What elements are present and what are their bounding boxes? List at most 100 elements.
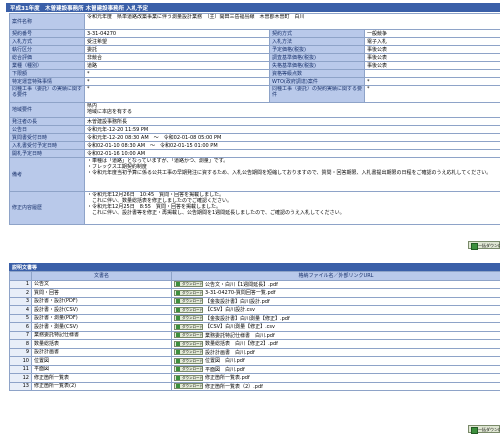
doc-row: 3 設計書・設計(PDF) ダウンロード 【金抜設計書】白川設計.pdf <box>9 296 500 306</box>
notes-label: 備考 <box>9 157 85 192</box>
download-button[interactable]: ダウンロード <box>174 340 203 347</box>
doc-file-cell: ダウンロード 修正箇所一覧表（2）.pdf <box>171 381 500 391</box>
doc-name: 公告文 <box>31 279 172 289</box>
doc-row: 6 設計書・測量(CSV) ダウンロード 【CSV】白川測量【修正】.csv <box>9 322 500 332</box>
doc-file-link[interactable]: 公告文・白川【1週間延長】.pdf <box>205 282 278 288</box>
doc-file-link[interactable]: 【金抜設計書】白川設計.pdf <box>205 299 270 305</box>
special: * <box>84 77 270 86</box>
docs-section-title: 説明文書等 <box>9 263 500 271</box>
doc-name: 設計書・測量(CSV) <box>31 322 172 332</box>
contract-no: 3-31-04270 <box>84 29 270 38</box>
doc-number: 2 <box>9 288 32 298</box>
doc-row: 8 数量総括表 ダウンロード 数量総括表 白川【修正2】.pdf <box>9 339 500 349</box>
doc-file-cell: ダウンロード 【金抜設計書】白川設計.pdf <box>171 296 500 306</box>
doc-number: 5 <box>9 313 32 323</box>
download-button[interactable]: ダウンロード <box>174 315 203 321</box>
download-button[interactable]: ダウンロード <box>174 374 203 381</box>
category: 道路 <box>84 61 270 70</box>
doc-number: 1 <box>9 279 32 289</box>
bid-style: 電子入札 <box>364 37 500 46</box>
office-label: 発注者の長 <box>9 117 85 126</box>
download-button[interactable]: ダウンロード <box>174 357 203 364</box>
notes: ・車種は「道路」となっていますが、「道路かつ、測量」です。 ・フレックス工期契約… <box>84 157 500 192</box>
doc-number: 12 <box>9 373 32 383</box>
doc-file-link[interactable]: 数量総括表 白川【修正2】.pdf <box>205 341 278 347</box>
download-button[interactable]: ダウンロード <box>174 323 203 330</box>
doc-row: 1 公告文 ダウンロード 公告文・白川【1週間延長】.pdf <box>9 279 500 289</box>
doc-number: 8 <box>9 339 32 349</box>
doc-number: 10 <box>9 356 32 366</box>
doc-file-cell: ダウンロード 業務委託特記仕様書 白川.pdf <box>171 330 500 340</box>
doc-number: 11 <box>9 364 32 374</box>
min-price: 事後公表 <box>364 61 500 70</box>
revision: ・令和元年12月26日 10:45 質問・回答を掲載しました。 これに伴い、数量… <box>84 191 500 225</box>
doc-name: 修正箇所一覧表(2) <box>31 381 172 391</box>
doc-file-link[interactable]: 修正箇所一覧表（2）.pdf <box>205 384 263 390</box>
download-button[interactable]: ダウンロード <box>174 289 203 296</box>
doc-number: 6 <box>9 322 32 332</box>
area: 非競合 <box>84 53 270 62</box>
wto: * <box>364 77 500 86</box>
special-label: 特定運営特殊事情 <box>9 77 85 86</box>
similar: * <box>84 85 270 103</box>
doc-file-cell: ダウンロード 【CSV】白川設計.csv <box>171 305 500 315</box>
download-button[interactable]: ダウンロード <box>174 306 203 313</box>
download-button[interactable]: ダウンロード <box>174 298 203 304</box>
download-all-button-bottom[interactable]: 一括ダウンロード <box>468 425 500 434</box>
doc-file-link[interactable]: 位置図 白川.pdf <box>205 358 245 364</box>
contract-type: 一般競争 <box>364 29 500 38</box>
doc-file-cell: ダウンロード 数量総括表 白川【修正2】.pdf <box>171 339 500 349</box>
contract-no-label: 契約番号 <box>9 29 85 38</box>
area-label: 総合評価 <box>9 53 85 62</box>
page-title: 平成31年度 木曽建設事務所 木曽建設事務所 入札予定 <box>6 3 500 12</box>
doc-file-link[interactable]: 修正箇所一覧表.pdf <box>205 375 250 381</box>
est-price-label: 予定価格(税抜) <box>269 45 365 54</box>
proc-type: 委託 <box>84 45 270 54</box>
doc-file-cell: ダウンロード 位置図 白川.pdf <box>171 356 500 366</box>
docs-header-name: 文書名 <box>31 271 172 281</box>
doc-name: 設計書・設計(PDF) <box>31 296 172 306</box>
doc-number: 4 <box>9 305 32 315</box>
doc-row: 4 設計書・設計(CSV) ダウンロード 【CSV】白川設計.csv <box>9 305 500 315</box>
similar-label: 同種工事（委託）の実績に関する要件 <box>9 85 85 103</box>
download-button[interactable]: ダウンロード <box>174 366 203 372</box>
doc-file-link[interactable]: 【CSV】白川設計.csv <box>205 307 255 313</box>
revision-label: 修正内容履歴 <box>9 191 85 225</box>
question-label: 質問書受付日時 <box>9 133 85 142</box>
doc-file-cell: ダウンロード 【金抜設計書】白川測量【修正】.pdf <box>171 313 500 323</box>
doc-file-link[interactable]: 【金抜設計書】白川測量【修正】.pdf <box>205 316 290 322</box>
doc-name: 設計書・測量(PDF) <box>31 313 172 323</box>
download-all-button-top[interactable]: 一括ダウンロード <box>468 241 500 250</box>
doc-name: 質問・回答 <box>31 288 172 298</box>
doc-file-cell: ダウンロード 【CSV】白川測量【修正】.csv <box>171 322 500 332</box>
download-button[interactable]: ダウンロード <box>174 349 203 355</box>
docs-header-no <box>9 271 32 281</box>
doc-number: 9 <box>9 347 32 357</box>
open-label: 開札予定日時 <box>9 149 85 158</box>
doc-file-link[interactable]: 設計計画書 白川.pdf <box>205 350 255 356</box>
doc-row: 7 業務委託特記仕様書 ダウンロード 業務委託特記仕様書 白川.pdf <box>9 330 500 340</box>
doc-name: 設計計画書 <box>31 347 172 357</box>
doc-file-link[interactable]: 平面図 白川.pdf <box>205 367 245 373</box>
doc-file-link[interactable]: 業務委託特記仕様書 白川.pdf <box>205 333 275 339</box>
doc-name: 業務委託特記仕様書 <box>31 330 172 340</box>
doc-name: 数量総括表 <box>31 339 172 349</box>
doc-name: 修正箇所一覧表 <box>31 373 172 383</box>
doc-file-link[interactable]: 3-31-04270-質問回答一覧.pdf <box>205 290 276 296</box>
doc-row: 11 平面図 ダウンロード 平面図 白川.pdf <box>9 364 500 374</box>
doc-file-cell: ダウンロード 設計計画書 白川.pdf <box>171 347 500 357</box>
doc-row: 2 質問・回答 ダウンロード 3-31-04270-質問回答一覧.pdf <box>9 288 500 298</box>
download-button[interactable]: ダウンロード <box>174 383 203 389</box>
open: 令和02-01-16 10:00 AM <box>84 149 500 158</box>
doc-name: 設計書・設計(CSV) <box>31 305 172 315</box>
download-button[interactable]: ダウンロード <box>174 281 203 287</box>
pub-date: 令和元年-12-20 11:59 PM <box>84 125 500 134</box>
doc-name: 平面図 <box>31 364 172 374</box>
doc-number: 3 <box>9 296 32 306</box>
download-button[interactable]: ダウンロード <box>174 332 203 338</box>
doc-file-link[interactable]: 【CSV】白川測量【修正】.csv <box>205 324 275 330</box>
qual-count-label: 資格等級点数 <box>269 69 365 78</box>
similar2-label: 同種工事（委託）の契約実績に関する要件 <box>269 85 365 103</box>
bid-method: 受注希望 <box>84 37 270 46</box>
region: 県内 地域に本店を有する <box>84 102 500 118</box>
